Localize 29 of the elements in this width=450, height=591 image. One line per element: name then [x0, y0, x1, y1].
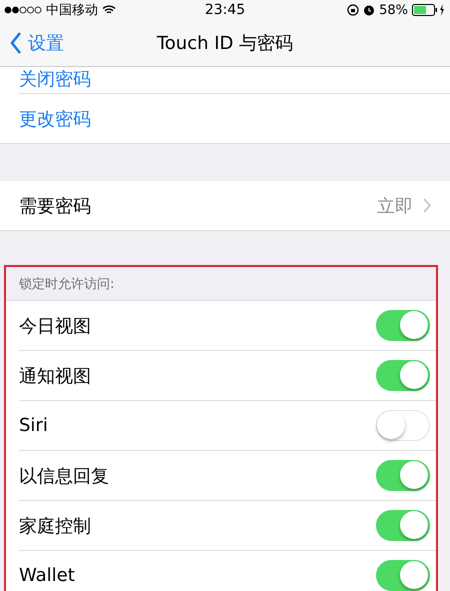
carrier-name: 中国移动 — [46, 2, 98, 19]
battery-percent: 58% — [379, 2, 408, 18]
chevron-left-icon — [10, 32, 22, 54]
toggle-switch[interactable] — [376, 560, 430, 591]
row-label: 需要密码 — [19, 194, 91, 218]
nav-title: Touch ID 与密码 — [156, 32, 294, 55]
row-label: Siri — [19, 415, 48, 436]
value-link[interactable]: 立即 — [377, 194, 432, 218]
toggle-switch[interactable] — [376, 460, 430, 491]
alarm-icon — [363, 4, 376, 16]
row-label: Wallet — [19, 565, 75, 586]
toggle-switch[interactable] — [376, 410, 430, 441]
clock-time: 23:45 — [204, 2, 246, 18]
section-header: 锁定时允许访问: — [19, 276, 114, 292]
row-label: 家庭控制 — [19, 514, 91, 538]
signal-icon — [4, 6, 42, 14]
row-label: 以信息回复 — [19, 464, 109, 488]
toggle-switch[interactable] — [376, 360, 430, 391]
menu-link[interactable]: 关闭密码 — [19, 68, 91, 92]
wifi-icon — [102, 5, 116, 15]
back-button[interactable]: 设置 — [0, 31, 64, 55]
chevron-right-icon — [423, 198, 432, 213]
toggle-switch[interactable] — [376, 510, 430, 541]
battery-charging-icon — [412, 4, 446, 16]
row-label: 今日视图 — [19, 314, 91, 338]
rotation-lock-icon — [347, 4, 360, 16]
toggle-switch[interactable] — [376, 310, 430, 341]
row-label: 通知视图 — [19, 364, 91, 388]
menu-link[interactable]: 更改密码 — [19, 106, 91, 130]
